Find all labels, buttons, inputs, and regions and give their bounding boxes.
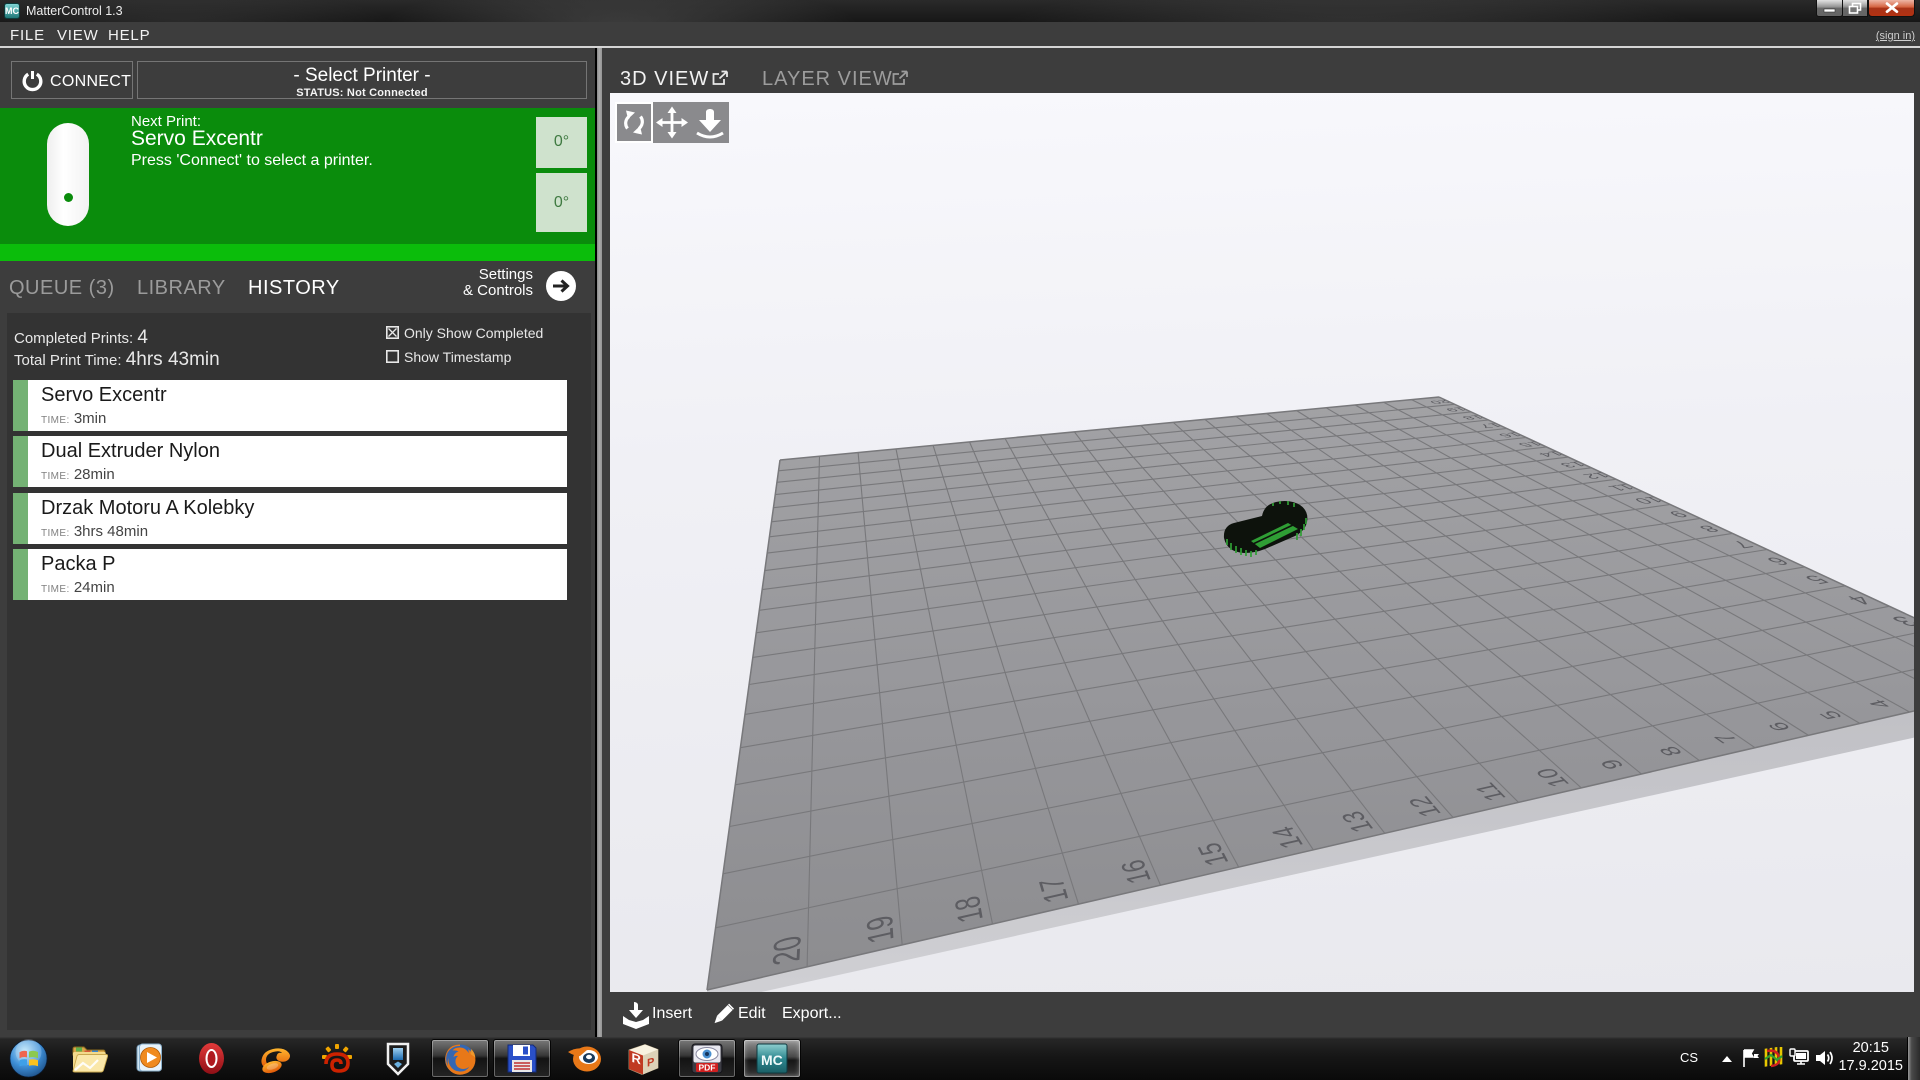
svg-text:MC: MC — [761, 1052, 783, 1068]
svg-text:R: R — [632, 1050, 642, 1068]
svg-text:P: P — [647, 1056, 655, 1070]
svg-text:PDF: PDF — [699, 1063, 716, 1073]
